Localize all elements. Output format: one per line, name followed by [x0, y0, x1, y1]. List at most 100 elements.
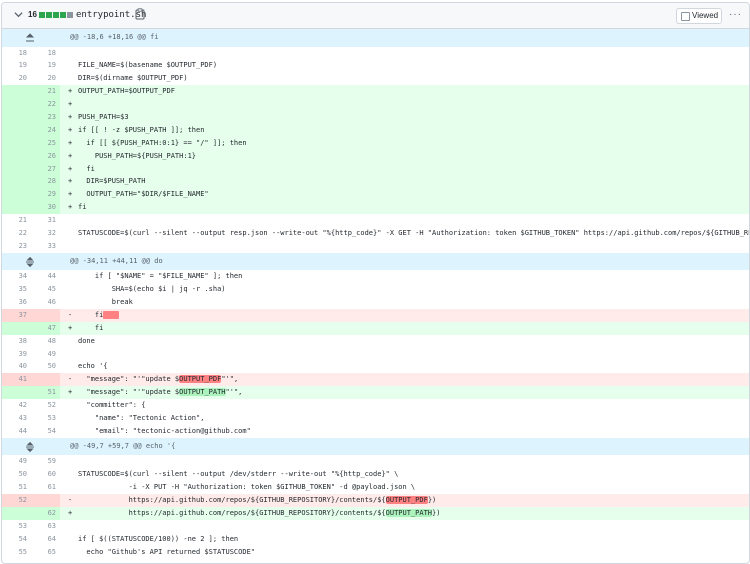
old-line-number[interactable]: 42	[2, 399, 31, 413]
old-line-number[interactable]: 44	[2, 424, 31, 438]
chevron-down-icon[interactable]	[14, 10, 23, 19]
old-line-number[interactable]	[2, 506, 31, 520]
new-line-number[interactable]: 62	[31, 506, 60, 520]
expand-lines-button[interactable]	[2, 252, 60, 271]
old-line-number[interactable]: 54	[2, 532, 31, 546]
old-line-number[interactable]	[2, 149, 31, 163]
old-line-number[interactable]: 21	[2, 214, 31, 227]
old-line-number[interactable]: 43	[2, 412, 31, 425]
changed-word-highlight: OUTPUT_PDF	[385, 496, 428, 504]
old-line-number[interactable]: 19	[2, 59, 31, 73]
code-text: "email": "tectonic-action@github.com"	[78, 425, 251, 438]
diff-line: 36 46 break	[2, 296, 749, 309]
old-line-number[interactable]: 40	[2, 360, 31, 374]
hunk-header-text: @@ -18,6 +18,16 @@ fi	[70, 33, 159, 41]
diff-line: 51 61 -i -X PUT -H "Authorization: token …	[2, 481, 749, 494]
checkbox-icon	[681, 12, 690, 21]
old-line-number[interactable]: 50	[2, 468, 31, 482]
copy-path-icon[interactable]	[135, 8, 145, 20]
code-text: if [[ ${PUSH_PATH:0:1} == "/" ]]; then	[78, 137, 246, 150]
old-line-number[interactable]	[2, 162, 31, 176]
new-line-number[interactable]: 33	[31, 239, 60, 253]
old-line-number[interactable]: 37	[2, 308, 31, 322]
old-line-number[interactable]: 53	[2, 519, 31, 533]
new-line-number[interactable]: 63	[31, 519, 60, 533]
new-line-number[interactable]: 25	[31, 136, 60, 150]
diff-sign: +	[68, 508, 73, 517]
new-line-number[interactable]: 47	[31, 321, 60, 335]
code-segment: echo '{	[78, 362, 108, 371]
new-line-number[interactable]: 51	[31, 386, 60, 400]
old-line-number[interactable]	[2, 123, 31, 137]
old-line-number[interactable]: 39	[2, 347, 31, 361]
old-line-number[interactable]	[2, 201, 31, 215]
new-line-number[interactable]: 45	[31, 283, 60, 297]
new-line-number[interactable]: 48	[31, 334, 60, 348]
old-line-number[interactable]: 51	[2, 481, 31, 494]
old-line-number[interactable]: 49	[2, 455, 31, 469]
new-line-number[interactable]: 50	[31, 360, 60, 374]
new-line-number[interactable]: 61	[31, 481, 60, 494]
new-line-number[interactable]: 54	[31, 424, 60, 438]
old-line-number[interactable]: 23	[2, 239, 31, 253]
old-line-number[interactable]: 52	[2, 494, 31, 507]
new-line-number[interactable]: 23	[31, 110, 60, 124]
new-line-number[interactable]: 28	[31, 175, 60, 189]
new-line-number[interactable]: 65	[31, 545, 60, 559]
new-line-number[interactable]: 44	[31, 270, 60, 284]
new-line-number[interactable]: 32	[31, 226, 60, 240]
old-line-number[interactable]	[2, 188, 31, 202]
old-line-number[interactable]: 20	[2, 72, 31, 86]
old-line-number[interactable]: 36	[2, 296, 31, 309]
old-line-number[interactable]	[2, 85, 31, 99]
new-line-number[interactable]: 19	[31, 59, 60, 73]
old-line-number[interactable]: 34	[2, 270, 31, 284]
old-line-number[interactable]	[2, 110, 31, 124]
new-line-number[interactable]: 59	[31, 455, 60, 469]
new-line-number[interactable]: 31	[31, 214, 60, 227]
expand-up-icon[interactable]	[24, 33, 36, 43]
new-line-number[interactable]	[31, 308, 60, 322]
new-line-number[interactable]: 49	[31, 347, 60, 361]
old-line-number[interactable]	[2, 386, 31, 400]
new-line-number[interactable]: 46	[31, 296, 60, 309]
new-line-number[interactable]: 52	[31, 399, 60, 413]
old-line-number[interactable]	[2, 321, 31, 335]
diff-line: 24 + if [[ ! -z $PUSH_PATH ]]; then	[2, 123, 749, 137]
new-line-number[interactable]	[31, 494, 60, 507]
new-line-number[interactable]: 26	[31, 149, 60, 163]
diff-line: 25 + if [[ ${PUSH_PATH:0:1} == "/" ]]; th…	[2, 136, 749, 150]
new-line-number[interactable]: 64	[31, 532, 60, 546]
old-line-number[interactable]: 38	[2, 334, 31, 348]
old-line-number[interactable]	[2, 136, 31, 150]
expand-lines-button[interactable]	[2, 29, 60, 47]
code-text: DIR=$PUSH_PATH	[78, 175, 145, 188]
expand-lines-button[interactable]	[2, 437, 60, 456]
new-line-number[interactable]: 53	[31, 412, 60, 425]
new-line-number[interactable]: 20	[31, 72, 60, 86]
new-line-number[interactable]	[31, 373, 60, 387]
old-line-number[interactable]: 18	[2, 46, 31, 60]
code-text: https://api.github.com/repos/${GITHUB_RE…	[78, 507, 440, 520]
old-line-number[interactable]: 22	[2, 226, 31, 240]
new-line-number[interactable]: 22	[31, 98, 60, 111]
diffstat-block	[53, 12, 59, 18]
new-line-number[interactable]: 24	[31, 123, 60, 137]
new-line-number[interactable]: 30	[31, 201, 60, 215]
old-line-number[interactable]	[2, 175, 31, 189]
old-line-number[interactable]: 41	[2, 373, 31, 387]
new-line-number[interactable]: 21	[31, 85, 60, 99]
expand-both-icon[interactable]	[24, 441, 36, 452]
viewed-checkbox[interactable]: Viewed	[676, 8, 722, 24]
expand-both-icon[interactable]	[24, 256, 36, 267]
diff-line: 38 48 done	[2, 334, 749, 348]
old-line-number[interactable]: 55	[2, 545, 31, 559]
new-line-number[interactable]: 27	[31, 162, 60, 176]
code-segment: https://api.github.com/repos/${GITHUB_RE…	[78, 496, 386, 504]
more-options-icon[interactable]: ···	[729, 9, 742, 20]
new-line-number[interactable]: 29	[31, 188, 60, 202]
new-line-number[interactable]: 18	[31, 46, 60, 60]
old-line-number[interactable]	[2, 98, 31, 111]
old-line-number[interactable]: 35	[2, 283, 31, 297]
new-line-number[interactable]: 60	[31, 468, 60, 482]
